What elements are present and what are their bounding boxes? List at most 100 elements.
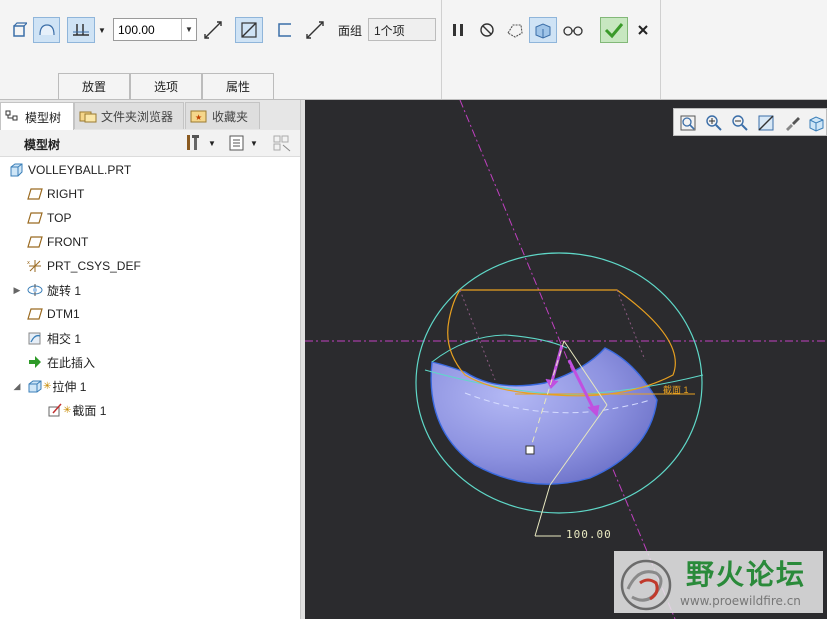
tree-item-label: PRT_CSYS_DEF — [47, 259, 141, 273]
zoom-out-icon — [732, 115, 748, 131]
refit-button[interactable] — [678, 113, 698, 133]
tree-item-csys[interactable]: x PRT_CSYS_DEF — [0, 255, 300, 277]
verify-button[interactable] — [560, 17, 586, 43]
sketch-plane-label: 截面 1 — [663, 385, 689, 395]
tab-model-tree[interactable]: 模型树 — [0, 102, 74, 131]
tab-favorites[interactable]: ★ 收藏夹 — [185, 102, 260, 129]
tree-item-dtm1[interactable]: DTM1 — [0, 303, 300, 325]
zoom-in-button[interactable] — [704, 113, 724, 133]
part-icon — [8, 162, 24, 178]
depth-option-dropdown[interactable]: ▼ — [95, 17, 109, 43]
thicken-button[interactable] — [273, 17, 297, 43]
tree-item-section[interactable]: ✳ 截面 1 — [0, 399, 300, 421]
chevron-down-icon: ▼ — [250, 138, 258, 148]
tree-item-label: 拉伸 1 — [52, 379, 87, 394]
edit-asterisk-icon: ✳ — [43, 380, 52, 392]
pause-button[interactable] — [447, 17, 469, 43]
verify-mode-button[interactable] — [529, 17, 557, 43]
revolve-icon — [27, 282, 43, 298]
tab-options[interactable]: 选项 — [130, 73, 202, 99]
tree-item-label: 截面 1 — [72, 403, 107, 418]
tree-item-insert-here[interactable]: 在此插入 — [0, 351, 300, 373]
tree-item-extrude[interactable]: ◢ ✳ 拉伸 1 — [0, 375, 300, 397]
depth-dropdown[interactable]: ▼ — [181, 19, 196, 40]
flip-arrows-icon — [204, 21, 222, 39]
tree-item-right[interactable]: RIGHT — [0, 183, 300, 205]
preview-solid-icon — [535, 23, 551, 39]
insert-here-arrow-icon — [27, 354, 43, 370]
graphics-toolbar — [673, 108, 827, 136]
model-tree-header-label: 模型树 — [24, 138, 61, 152]
tab-folder-browser[interactable]: 文件夹浏览器 — [74, 102, 184, 129]
blind-depth-icon — [73, 24, 89, 36]
watermark-title: 野火论坛 — [686, 558, 807, 591]
flip-material-side-button[interactable] — [302, 17, 328, 43]
pause-icon — [453, 24, 463, 36]
preview-geometry-button[interactable] — [502, 17, 528, 43]
preview-geometry-icon — [507, 24, 523, 38]
extrude-icon — [27, 378, 43, 394]
zoom-in-icon — [706, 115, 722, 131]
zoom-out-button[interactable] — [730, 113, 750, 133]
tree-columns-icon — [273, 135, 291, 152]
depth-option-button[interactable] — [67, 17, 95, 43]
chevron-down-icon: ▼ — [98, 25, 106, 35]
sketch-icon — [47, 402, 63, 418]
tree-item-label: VOLLEYBALL.PRT — [28, 163, 132, 177]
collapse-arrow-icon[interactable]: ◢ — [12, 381, 22, 391]
close-icon — [638, 25, 648, 35]
tree-settings-button[interactable]: ▼ — [184, 133, 220, 153]
datum-plane-icon — [27, 186, 43, 202]
datum-plane-icon — [27, 306, 43, 322]
flip-direction-button[interactable] — [200, 17, 226, 43]
remove-material-button[interactable] — [235, 17, 263, 43]
expand-arrow-icon[interactable]: ▶ — [12, 285, 22, 295]
drag-handle[interactable] — [525, 445, 535, 455]
csys-icon: x — [27, 258, 43, 274]
ok-button[interactable] — [600, 17, 628, 43]
no-preview-icon — [480, 23, 494, 37]
tree-item-label: DTM1 — [47, 307, 80, 321]
cancel-button[interactable] — [632, 17, 654, 43]
tree-item-top[interactable]: TOP — [0, 207, 300, 229]
toolbar-separator — [660, 0, 661, 99]
thicken-icon — [278, 23, 291, 37]
repaint-button[interactable] — [756, 113, 776, 133]
saved-views-button[interactable] — [806, 113, 826, 133]
solid-icon — [13, 22, 27, 37]
tab-properties[interactable]: 属性 — [202, 73, 274, 99]
intersect-icon — [27, 330, 43, 346]
tree-item-revolve[interactable]: ▶ 旋转 1 — [0, 279, 300, 301]
tree-item-label: RIGHT — [47, 187, 85, 201]
tree-item-front[interactable]: FRONT — [0, 231, 300, 253]
tab-folder-browser-label: 文件夹浏览器 — [101, 109, 174, 124]
watermark: 野火论坛 www.proewildfire.cn — [614, 551, 823, 613]
tree-item-intersect[interactable]: 相交 1 — [0, 327, 300, 349]
tree-item-part[interactable]: VOLLEYBALL.PRT — [0, 159, 300, 181]
svg-text:x: x — [27, 260, 30, 266]
repaint-icon — [758, 115, 774, 131]
tree-item-label: 在此插入 — [47, 355, 96, 370]
tree-item-label: FRONT — [47, 235, 89, 249]
tree-filter-button[interactable] — [272, 133, 294, 153]
depth-dimension-label[interactable]: 100.00 — [566, 528, 612, 541]
graphics-window[interactable]: 100.00 截面 1 — [305, 100, 827, 619]
surface-group-collector[interactable]: 1个项 — [368, 18, 436, 41]
surface-group-label: 面组 — [338, 24, 363, 38]
no-preview-button[interactable] — [476, 17, 498, 43]
flip-arrows-icon — [306, 21, 324, 39]
model-tree-header: 模型树 ▼ ▼ — [0, 130, 300, 157]
tab-model-tree-label: 模型树 — [25, 110, 62, 125]
tree-item-label: TOP — [47, 211, 72, 225]
list-icon — [229, 135, 244, 151]
folder-browser-icon — [79, 111, 97, 123]
extrude-surface-button[interactable] — [33, 17, 60, 43]
extrude-solid-button[interactable] — [8, 17, 30, 43]
model-viewport — [305, 100, 827, 619]
hidden-edge — [459, 289, 496, 381]
tree-show-button[interactable]: ▼ — [228, 133, 264, 153]
display-style-button[interactable] — [782, 113, 802, 133]
tab-placement[interactable]: 放置 — [58, 73, 130, 99]
forum-logo-icon — [620, 559, 672, 611]
depth-value-input[interactable] — [114, 19, 188, 40]
